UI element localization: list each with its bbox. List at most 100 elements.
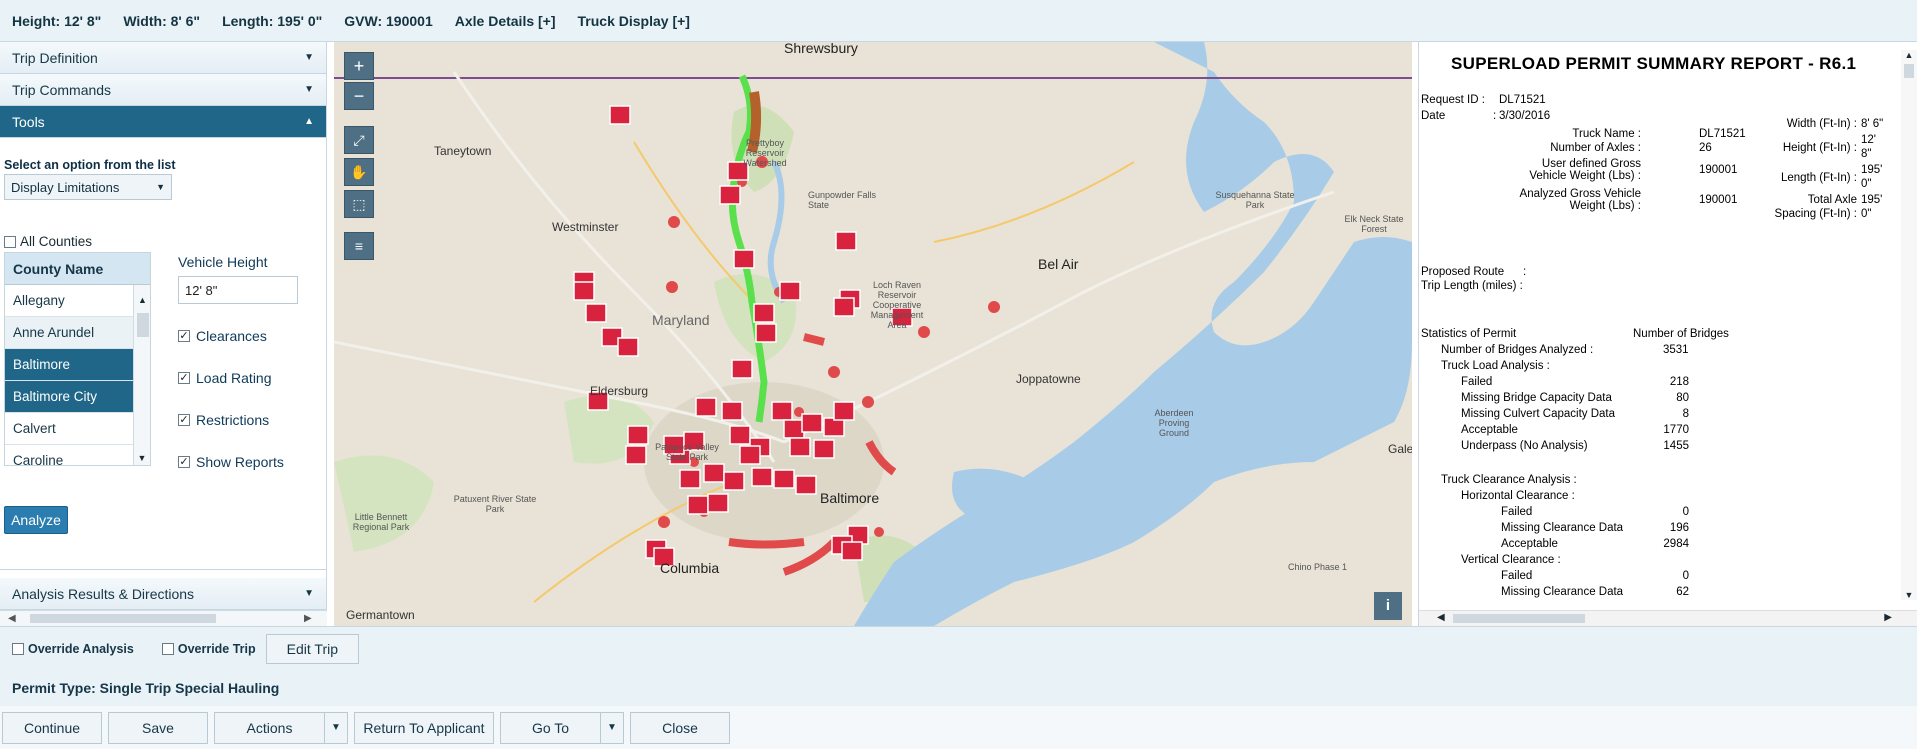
truck-name-value: DL71521 bbox=[1699, 128, 1746, 140]
date-label: Date bbox=[1421, 110, 1446, 122]
map-label: Columbia bbox=[660, 560, 720, 576]
all-counties-checkbox[interactable] bbox=[4, 235, 16, 248]
caret-up-icon: ▲ bbox=[304, 116, 314, 127]
edit-trip-button[interactable]: Edit Trip bbox=[265, 633, 360, 664]
show-reports-option[interactable]: ✓ Show Reports bbox=[178, 454, 284, 470]
return-to-applicant-button[interactable]: Return To Applicant bbox=[354, 711, 494, 744]
show-reports-checkbox[interactable]: ✓ bbox=[178, 456, 190, 468]
load-rating-checkbox[interactable]: ✓ bbox=[178, 372, 190, 384]
permit-type-bar: Permit Type: Single Trip Special Hauling bbox=[0, 670, 1917, 706]
scroll-up-icon[interactable]: ▲ bbox=[134, 285, 150, 305]
scroll-down-icon[interactable]: ▼ bbox=[134, 453, 150, 463]
info-icon[interactable]: i bbox=[1374, 592, 1402, 620]
clearances-option[interactable]: ✓ Clearances bbox=[178, 328, 267, 344]
vehicle-height-input[interactable] bbox=[178, 276, 298, 304]
map-canvas bbox=[334, 42, 1412, 626]
v-failed-value: 0 bbox=[1682, 570, 1689, 582]
report-vscrollbar[interactable]: ▲ ▼ bbox=[1901, 50, 1917, 600]
actions-dropdown[interactable]: Actions ▼ bbox=[214, 711, 348, 744]
axle-spacing-label-2: Spacing (Ft-In) : bbox=[1774, 208, 1857, 220]
clearance-analysis-label: Truck Clearance Analysis : bbox=[1441, 474, 1577, 486]
zoom-out-icon[interactable]: − bbox=[344, 82, 374, 110]
acceptable-value: 1770 bbox=[1663, 424, 1689, 436]
chevron-down-icon[interactable]: ▼ bbox=[600, 711, 624, 744]
missing-culvert-label: Missing Culvert Capacity Data bbox=[1461, 408, 1616, 420]
analyze-button[interactable]: Analyze bbox=[4, 506, 68, 534]
county-scrollbar[interactable]: ▲ ▼ bbox=[133, 285, 150, 465]
udgvw-value: 190001 bbox=[1699, 164, 1738, 176]
county-item[interactable]: Baltimore City bbox=[5, 381, 133, 413]
missing-culvert-value: 8 bbox=[1682, 408, 1689, 420]
accordion-trip-definition[interactable]: Trip Definition ▼ bbox=[0, 42, 326, 74]
width-value: 8' 6" bbox=[1861, 118, 1884, 130]
all-counties-option[interactable]: All Counties bbox=[4, 234, 92, 249]
scroll-up-icon[interactable]: ▲ bbox=[1901, 50, 1917, 60]
override-analysis-label: Override Analysis bbox=[28, 641, 134, 656]
accordion-tools[interactable]: Tools ▲ bbox=[0, 106, 326, 138]
tool-option-select[interactable]: Display Limitations ▼ bbox=[4, 174, 172, 200]
caret-down-icon: ▼ bbox=[304, 588, 314, 599]
full-extent-icon[interactable]: ⤢ bbox=[344, 126, 374, 154]
scroll-down-icon[interactable]: ▼ bbox=[1901, 590, 1917, 600]
route-map[interactable]: + − ⤢ ✋ ⬚ ≡ Shrewsbury Prettyboy Reservo… bbox=[334, 42, 1412, 626]
accordion-trip-commands[interactable]: Trip Commands ▼ bbox=[0, 74, 326, 106]
override-bar: Override Analysis Override Trip Edit Tri… bbox=[0, 626, 1917, 670]
left-panel-hscrollbar[interactable]: ◀ ▶ bbox=[0, 610, 327, 626]
county-item[interactable]: Allegany bbox=[5, 285, 133, 317]
v-failed-label: Failed bbox=[1501, 570, 1533, 582]
clearances-checkbox[interactable]: ✓ bbox=[178, 330, 190, 342]
load-rating-option[interactable]: ✓ Load Rating bbox=[178, 370, 272, 386]
pan-tool-icon[interactable]: ✋ bbox=[344, 158, 374, 186]
zoom-in-icon[interactable]: + bbox=[344, 52, 374, 80]
scroll-left-icon[interactable]: ◀ bbox=[1437, 612, 1445, 623]
option-label: Show Reports bbox=[196, 454, 284, 470]
chevron-down-icon: ▼ bbox=[156, 182, 165, 192]
width-label: Width (Ft-In) : bbox=[1786, 118, 1857, 130]
accordion-label: Analysis Results & Directions bbox=[12, 585, 195, 602]
scroll-left-icon[interactable]: ◀ bbox=[8, 613, 16, 624]
select-tool-icon[interactable]: ⬚ bbox=[344, 190, 374, 218]
override-trip-option[interactable]: Override Trip bbox=[161, 642, 256, 656]
length-value-2: 0" bbox=[1861, 178, 1872, 190]
override-analysis-checkbox[interactable] bbox=[12, 642, 24, 655]
override-trip-checkbox[interactable] bbox=[161, 642, 174, 655]
restrictions-checkbox[interactable]: ✓ bbox=[178, 414, 190, 426]
county-item[interactable]: Calvert bbox=[5, 413, 133, 445]
go-to-dropdown[interactable]: Go To ▼ bbox=[500, 711, 624, 744]
length-label: Length (Ft-In) : bbox=[1780, 172, 1857, 184]
report-title: SUPERLOAD PERMIT SUMMARY REPORT - R6.1 bbox=[1451, 54, 1857, 73]
county-item[interactable]: Caroline bbox=[5, 445, 133, 465]
h-failed-label: Failed bbox=[1501, 506, 1533, 518]
axle-spacing-value-2: 0" bbox=[1861, 208, 1872, 220]
county-item[interactable]: Baltimore bbox=[5, 349, 133, 381]
scroll-right-icon[interactable]: ▶ bbox=[304, 613, 312, 624]
report-hscrollbar[interactable]: ◀ ▶ bbox=[1419, 610, 1917, 626]
map-label: Gunpowder Falls State bbox=[808, 190, 877, 210]
select-option-label: Select an option from the list bbox=[4, 158, 176, 172]
axle-details-toggle[interactable]: Axle Details [+] bbox=[455, 13, 556, 29]
map-label: Patapsco Valley State Park bbox=[655, 442, 719, 462]
h-missing-label: Missing Clearance Data bbox=[1501, 522, 1624, 534]
underpass-label: Underpass (No Analysis) bbox=[1461, 440, 1588, 452]
county-item[interactable]: Anne Arundel bbox=[5, 317, 133, 349]
axle-spacing-label: Total Axle bbox=[1807, 194, 1857, 206]
continue-button[interactable]: Continue bbox=[2, 711, 102, 744]
restrictions-option[interactable]: ✓ Restrictions bbox=[178, 412, 269, 428]
truck-display-toggle[interactable]: Truck Display [+] bbox=[578, 13, 690, 29]
close-button[interactable]: Close bbox=[630, 711, 730, 744]
map-label: Galena bbox=[1388, 442, 1412, 456]
save-button[interactable]: Save bbox=[108, 711, 208, 744]
left-panel: Trip Definition ▼ Trip Commands ▼ Tools … bbox=[0, 42, 327, 626]
go-to-button[interactable]: Go To bbox=[500, 711, 600, 744]
vertical-clearance-label: Vertical Clearance : bbox=[1461, 554, 1561, 566]
truck-load-label: Truck Load Analysis : bbox=[1441, 360, 1550, 372]
length-summary: Length: 195' 0" bbox=[222, 12, 323, 29]
scroll-right-icon[interactable]: ▶ bbox=[1884, 612, 1892, 623]
override-analysis-option[interactable]: Override Analysis bbox=[12, 642, 134, 656]
map-label: Taneytown bbox=[434, 144, 492, 158]
accordion-analysis-results[interactable]: Analysis Results & Directions ▼ bbox=[0, 578, 326, 610]
chevron-down-icon[interactable]: ▼ bbox=[324, 711, 348, 744]
layers-icon[interactable]: ≡ bbox=[344, 232, 374, 260]
actions-button[interactable]: Actions bbox=[214, 711, 324, 744]
stats-label: Statistics of Permit bbox=[1421, 328, 1517, 340]
